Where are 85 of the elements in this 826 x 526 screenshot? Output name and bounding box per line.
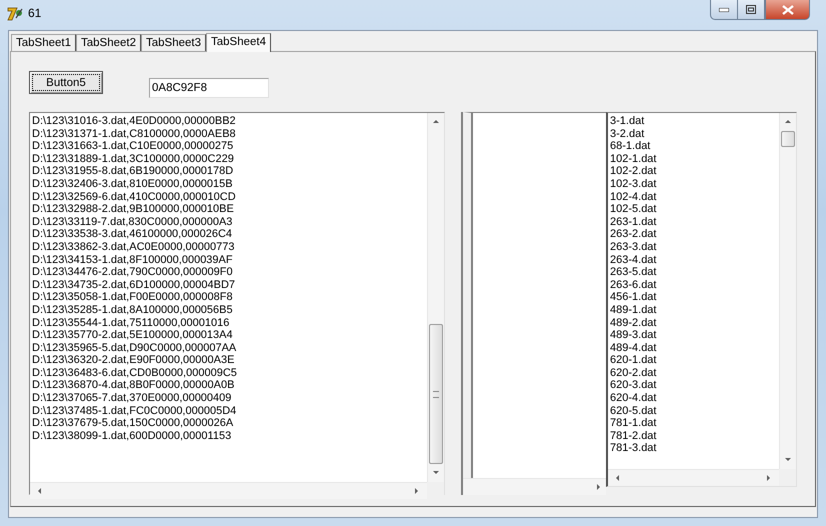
minimize-button[interactable] xyxy=(710,0,737,20)
tab[interactable]: TabSheet1 xyxy=(11,34,76,51)
app-icon xyxy=(7,6,23,22)
list-item[interactable]: D:\123\37679-5.dat,150C0000,0000026A xyxy=(32,417,425,430)
scroll-up-icon[interactable] xyxy=(432,118,440,126)
list-item[interactable]: 263-5.dat xyxy=(610,266,777,279)
list-item[interactable]: 102-2.dat xyxy=(610,165,777,178)
list-item[interactable]: D:\123\36320-2.dat,E90F0000,00000A3E xyxy=(32,354,425,367)
list-item[interactable]: 68-1.dat xyxy=(610,140,777,153)
scrollbar-thumb[interactable] xyxy=(429,324,443,464)
list-item[interactable]: D:\123\34476-2.dat,790C0000,000009F0 xyxy=(32,266,425,279)
list-item[interactable]: 781-3.dat xyxy=(610,442,777,456)
list-item[interactable]: D:\123\31016-3.dat,4E0D0000,00000BB2 xyxy=(32,115,425,128)
scrollbar-corner xyxy=(779,469,796,486)
scroll-down-icon[interactable] xyxy=(432,469,440,477)
tab[interactable]: TabSheet4 xyxy=(206,33,271,52)
list-item[interactable]: 489-1.dat xyxy=(610,304,777,316)
list-item[interactable]: 263-3.dat xyxy=(610,240,777,254)
list-item[interactable]: 489-3.dat xyxy=(610,329,777,342)
scroll-right-icon[interactable] xyxy=(595,483,603,491)
tab[interactable]: TabSheet3 xyxy=(141,34,206,51)
scroll-left-icon[interactable] xyxy=(36,487,44,495)
list-item[interactable]: D:\123\31371-1.dat,C8100000,0000AEB8 xyxy=(32,128,425,140)
list-item[interactable]: D:\123\35965-5.dat,D90C0000,000007AA xyxy=(32,342,425,354)
list-item[interactable]: 489-4.dat xyxy=(610,342,777,354)
list-item[interactable]: 102-1.dat xyxy=(610,152,777,166)
list-item[interactable]: 263-4.dat xyxy=(610,254,777,266)
horizontal-scrollbar[interactable] xyxy=(30,482,427,499)
list-item[interactable]: D:\123\31955-8.dat,6B190000,0000178D xyxy=(32,165,425,178)
list-box[interactable] xyxy=(606,112,797,487)
list-item[interactable]: 102-4.dat xyxy=(610,190,777,204)
list-item[interactable]: D:\123\35544-1.dat,75110000,00001016 xyxy=(32,316,425,330)
list-item[interactable]: 620-2.dat xyxy=(610,366,777,380)
list-item[interactable]: D:\123\35770-2.dat,5E100000,000013A4 xyxy=(32,329,425,342)
tab[interactable]: TabSheet2 xyxy=(76,34,141,51)
scroll-left-icon[interactable] xyxy=(614,474,622,482)
scroll-right-icon[interactable] xyxy=(413,487,421,495)
list-item[interactable]: D:\123\37065-7.dat,370E0000,00000409 xyxy=(32,392,425,405)
list-item[interactable]: D:\123\32988-2.dat,9B100000,000010BE xyxy=(32,203,425,216)
maximize-button[interactable] xyxy=(737,0,765,20)
horizontal-scrollbar[interactable] xyxy=(463,478,606,495)
list-item[interactable]: 620-1.dat xyxy=(610,354,777,367)
list-item[interactable]: D:\123\32569-6.dat,410C0000,000010CD xyxy=(32,190,425,204)
list-item[interactable]: D:\123\34153-1.dat,8F100000,000039AF xyxy=(32,254,425,266)
minimize-icon xyxy=(719,8,729,12)
input-field[interactable]: 0A8C92F8 xyxy=(149,78,269,98)
list-item[interactable]: 3-2.dat xyxy=(610,128,777,140)
scroll-up-icon[interactable] xyxy=(784,118,792,126)
scroll-down-icon[interactable] xyxy=(784,456,792,464)
vertical-scrollbar[interactable] xyxy=(779,113,796,469)
scrollbar-thumb[interactable] xyxy=(781,131,795,147)
list-item[interactable]: D:\123\31889-1.dat,3C100000,0000C229 xyxy=(32,152,425,166)
list-item[interactable]: 781-1.dat xyxy=(610,417,777,430)
list-item[interactable]: D:\123\31663-1.dat,C10E0000,00000275 xyxy=(32,140,425,153)
close-button[interactable] xyxy=(765,0,810,20)
button[interactable]: Button5 xyxy=(29,71,103,94)
horizontal-scrollbar[interactable] xyxy=(608,469,779,486)
list-item[interactable]: 102-3.dat xyxy=(610,178,777,191)
list-item[interactable]: D:\123\37485-1.dat,FC0C0000,000005D4 xyxy=(32,404,425,418)
list-item[interactable]: D:\123\35058-1.dat,F00E0000,000008F8 xyxy=(32,291,425,304)
list-item[interactable]: 263-2.dat xyxy=(610,228,777,241)
list-item[interactable]: D:\123\33862-3.dat,AC0E0000,00000773 xyxy=(32,240,425,254)
window-title: 61 xyxy=(28,6,42,20)
vertical-scrollbar[interactable] xyxy=(427,113,444,482)
list-item[interactable]: 456-1.dat xyxy=(610,291,777,304)
list-item[interactable]: D:\123\35285-1.dat,8A100000,000056B5 xyxy=(32,304,425,316)
list-item[interactable]: D:\123\33538-3.dat,46100000,000026C4 xyxy=(32,228,425,241)
list-item[interactable]: 489-2.dat xyxy=(610,316,777,330)
list-item[interactable]: D:\123\36483-6.dat,CD0B0000,000009C5 xyxy=(32,366,425,380)
list-item[interactable]: 3-1.dat xyxy=(610,115,777,128)
list-item[interactable]: D:\123\38099-1.dat,600D0000,00001153 xyxy=(32,430,425,442)
list-item[interactable]: D:\123\33119-7.dat,830C0000,000000A3 xyxy=(32,216,425,228)
close-icon xyxy=(782,4,794,14)
scroll-right-icon[interactable] xyxy=(765,474,773,482)
list-item[interactable]: 263-1.dat xyxy=(610,216,777,228)
maximize-icon xyxy=(746,5,756,14)
list-item[interactable]: 620-5.dat xyxy=(610,404,777,418)
list-item[interactable]: 263-6.dat xyxy=(610,278,777,292)
list-item[interactable]: 620-4.dat xyxy=(610,392,777,405)
list-item[interactable]: 781-2.dat xyxy=(610,430,777,442)
list-item[interactable]: D:\123\36870-4.dat,8B0F0000,00000A0B xyxy=(32,379,425,392)
list-item[interactable]: 102-5.dat xyxy=(610,203,777,216)
list-item[interactable]: 620-3.dat xyxy=(610,379,777,392)
list-item[interactable]: D:\123\32406-3.dat,810E0000,0000015B xyxy=(32,178,425,191)
list-item[interactable]: D:\123\34735-2.dat,6D100000,00004BD7 xyxy=(32,278,425,292)
